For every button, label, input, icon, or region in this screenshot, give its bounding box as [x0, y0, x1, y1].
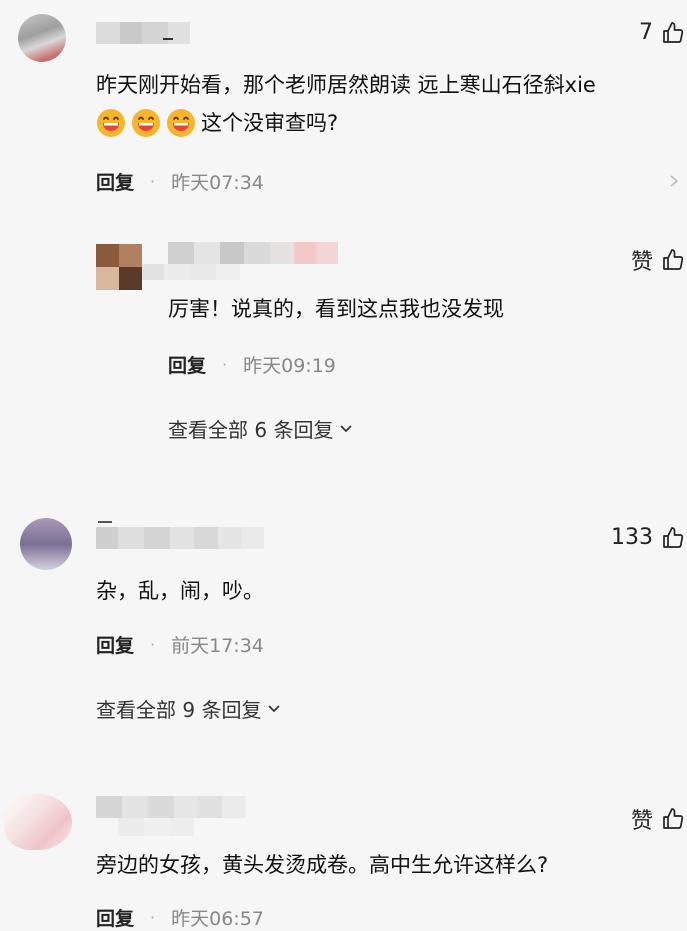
username-blurred[interactable] [96, 22, 190, 44]
comment-meta: 回复 · 昨天06:57 [96, 904, 264, 931]
timestamp: 昨天09:19 [243, 355, 336, 377]
like-label: 赞 [630, 250, 653, 275]
like-label: 赞 [630, 809, 653, 834]
separator-dot: · [222, 355, 228, 374]
reply-button[interactable]: 回复 [168, 351, 206, 378]
timestamp: 昨天06:57 [171, 908, 264, 930]
comment-text-line-1: 昨天刚开始看，那个老师居然朗读 远上寒山石径斜xie [96, 73, 596, 97]
view-all-replies-label: 查看全部 6 条回复 [168, 418, 334, 442]
like-button[interactable]: 7 [639, 20, 685, 45]
like-count: 7 [639, 20, 653, 45]
grinning-face-emoji [132, 109, 160, 137]
separator-dot: · [150, 172, 156, 191]
comment-text: 旁边的女孩，黄头发烫成卷。高中生允许这样么? [96, 853, 549, 877]
more-options-icon[interactable] [667, 174, 681, 188]
grinning-face-emoji [97, 109, 125, 137]
comment-meta: 回复 · 昨天09:19 [168, 351, 336, 378]
thumbs-up-outline-icon [663, 21, 684, 43]
separator-dot: · [150, 908, 156, 927]
thumbs-up-outline-icon [663, 249, 684, 270]
view-all-replies-button[interactable]: 查看全部 6 条回复 [168, 414, 353, 443]
avatar[interactable] [20, 518, 72, 570]
separator-dot: · [150, 635, 156, 654]
view-all-replies-button[interactable]: 查看全部 9 条回复 [96, 694, 281, 723]
comment-text-suffix: 这个没审查吗? [201, 111, 339, 135]
username-fragment [98, 521, 112, 523]
username-blurred[interactable] [96, 796, 246, 818]
like-button[interactable]: 133 [611, 525, 685, 550]
comment-text: 杂，乱，闹，吵。 [96, 579, 264, 603]
username-blurred[interactable] [96, 527, 264, 549]
avatar[interactable] [96, 244, 142, 290]
timestamp: 前天17:34 [171, 635, 264, 657]
comment-meta: 回复 · 前天17:34 [96, 631, 264, 658]
avatar[interactable] [4, 794, 72, 850]
avatar[interactable] [18, 14, 66, 62]
username-blurred-row-2 [142, 264, 240, 280]
reply-button[interactable]: 回复 [96, 168, 134, 195]
thumbs-up-outline-icon [663, 526, 684, 548]
thumbs-up-outline-icon [663, 808, 684, 829]
reply-button[interactable]: 回复 [96, 631, 134, 658]
username-blurred[interactable] [168, 242, 338, 264]
like-button[interactable]: 赞 [631, 803, 685, 835]
like-count: 133 [611, 525, 653, 550]
view-all-replies-label: 查看全部 9 条回复 [96, 698, 262, 722]
comment-text: 厉害！说真的，看到这点我也没发现 [168, 297, 504, 321]
grinning-face-emoji [167, 109, 195, 137]
username-blurred-row-2 [118, 818, 194, 836]
timestamp: 昨天07:34 [171, 172, 264, 194]
like-button[interactable]: 赞 [631, 244, 685, 276]
comment-meta: 回复 · 昨天07:34 [96, 168, 264, 195]
reply-button[interactable]: 回复 [96, 904, 134, 931]
chevron-down-icon [268, 704, 281, 712]
username-fragment [163, 38, 173, 40]
comment-text-line-2: 这个没审查吗? [96, 106, 338, 140]
chevron-down-icon [340, 424, 353, 432]
